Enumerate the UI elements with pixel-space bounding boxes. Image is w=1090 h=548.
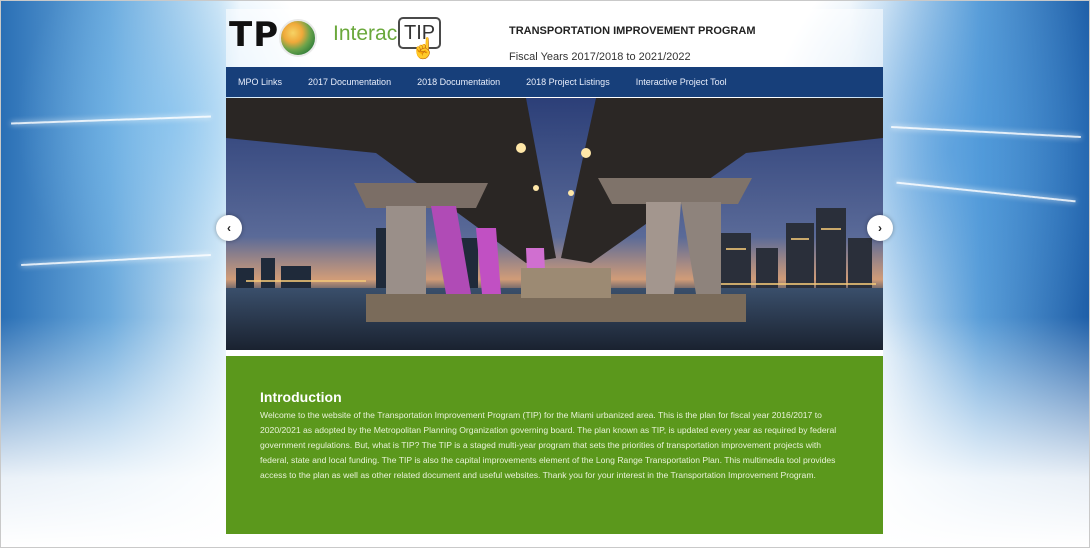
carousel-next-button[interactable]: › xyxy=(867,215,893,241)
bridge-photo xyxy=(226,98,883,350)
nav-item-mpo-links[interactable]: MPO Links xyxy=(238,77,282,87)
carousel-slide-image xyxy=(226,98,883,350)
nav-item-2017-documentation[interactable]: 2017 Documentation xyxy=(308,77,391,87)
program-title: TRANSPORTATION IMPROVEMENT PROGRAM xyxy=(509,25,756,37)
fiscal-years: Fiscal Years 2017/2018 to 2021/2022 xyxy=(509,51,691,63)
main-nav: MPO Links 2017 Documentation 2018 Docume… xyxy=(226,67,883,97)
page-frame: TP Interac TIP ☝ TRANSPORTATION IMPROVEM… xyxy=(0,0,1090,548)
nav-item-interactive-project-tool[interactable]: Interactive Project Tool xyxy=(636,77,727,87)
interac-logo-text: Interac xyxy=(333,22,398,45)
hand-pointer-icon: ☝ xyxy=(411,38,436,60)
nav-item-2018-documentation[interactable]: 2018 Documentation xyxy=(417,77,500,87)
introduction-title: Introduction xyxy=(260,389,342,405)
globe-logo-icon xyxy=(279,19,317,57)
nav-item-2018-project-listings[interactable]: 2018 Project Listings xyxy=(526,77,610,87)
chevron-left-icon: ‹ xyxy=(227,221,231,235)
tpo-logo-text: TP xyxy=(229,15,280,55)
introduction-section: Introduction Welcome to the website of t… xyxy=(226,356,883,534)
carousel-prev-button[interactable]: ‹ xyxy=(216,215,242,241)
introduction-body: Welcome to the website of the Transporta… xyxy=(260,410,837,480)
chevron-right-icon: › xyxy=(878,221,882,235)
